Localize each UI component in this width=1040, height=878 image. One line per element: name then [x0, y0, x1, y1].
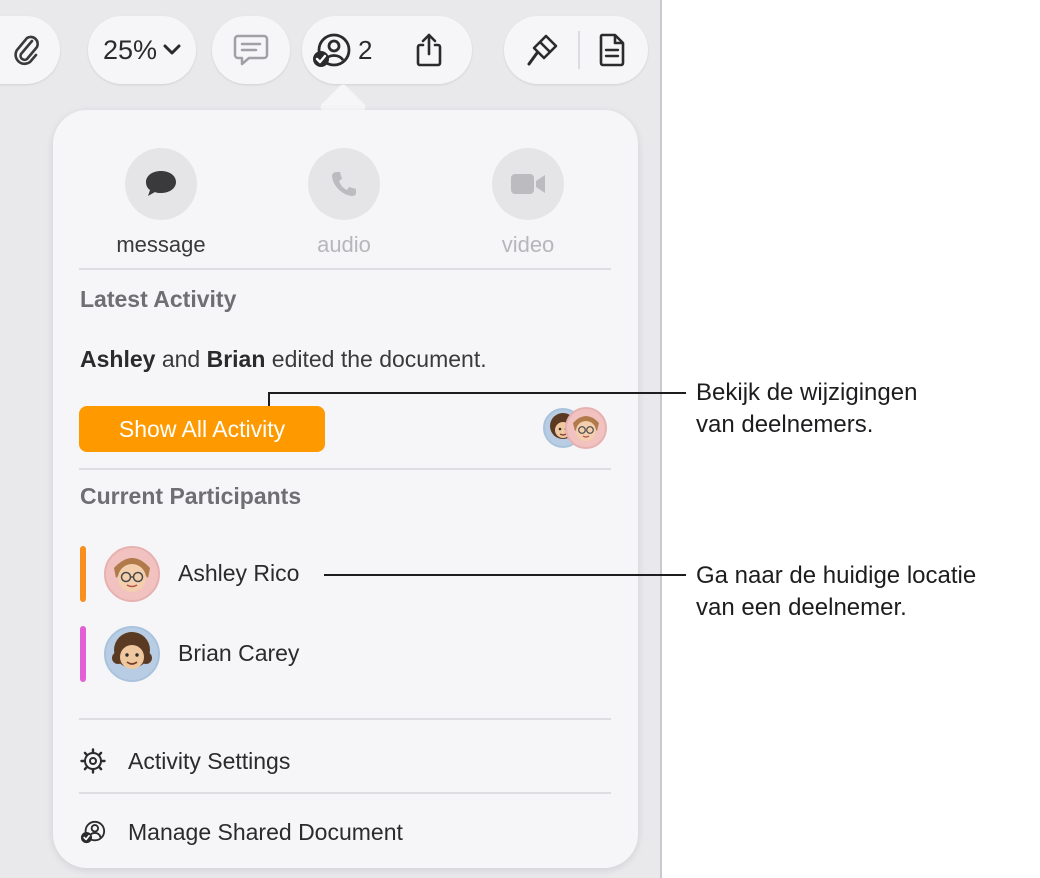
separator [79, 268, 611, 270]
participant-name: Ashley Rico [178, 560, 300, 586]
zoom-button[interactable]: 25% [88, 16, 196, 84]
toolbar-divider [578, 31, 580, 69]
comment-button[interactable] [212, 16, 290, 84]
callout-line-activity [268, 392, 686, 394]
avatar [104, 626, 160, 682]
share-icon[interactable] [414, 32, 444, 68]
audio-label: audio [317, 232, 371, 257]
callout-line-activity-tick [268, 392, 270, 406]
collaborator-count: 2 [358, 34, 373, 65]
callout-line-location [324, 574, 686, 576]
comment-icon [233, 33, 269, 67]
audio-button[interactable]: audio [274, 148, 414, 258]
manage-shared-document-item[interactable]: Manage Shared Document [80, 812, 600, 852]
activity-conjunction: and [155, 346, 207, 372]
callout-location: Ga naar de huidige locatie van een deeln… [696, 560, 976, 624]
activity-summary: Ashley and Brian edited the document. [80, 346, 487, 373]
separator [79, 718, 611, 720]
show-all-activity-button[interactable]: Show All Activity [79, 406, 325, 452]
callout-location-line1: Ga naar de huidige locatie [696, 562, 977, 589]
separator [79, 468, 611, 470]
message-button[interactable]: message [91, 148, 231, 258]
message-icon [125, 148, 197, 220]
app-edge [660, 0, 662, 878]
phone-icon [308, 148, 380, 220]
zoom-value: 25% [102, 34, 158, 65]
paperclip-icon [12, 33, 42, 67]
avatar-stack-ashley [565, 407, 607, 449]
activity-rest: edited the document. [265, 346, 487, 372]
manage-shared-icon [80, 819, 106, 845]
document-icon[interactable] [598, 32, 626, 68]
activity-settings-item[interactable]: Activity Settings [80, 741, 600, 781]
chevron-down-icon [163, 44, 181, 56]
video-label: video [501, 232, 555, 257]
participant-row-brian[interactable]: Brian Carey [80, 624, 480, 684]
participant-name: Brian Carey [178, 640, 300, 666]
activity-settings-icon [80, 748, 106, 774]
activity-name-1: Ashley [80, 346, 156, 372]
callout-activity: Bekijk de wijzigingen van deelnemers. [696, 377, 917, 441]
paintbrush-icon[interactable] [526, 32, 560, 68]
callout-location-line2: van een deelnemer. [696, 594, 907, 621]
activity-name-2: Brian [206, 346, 266, 372]
callout-activity-line2: van deelnemers. [696, 411, 874, 438]
separator [79, 792, 611, 794]
participant-color-bar [80, 626, 86, 682]
participant-color-bar [80, 546, 86, 602]
manage-shared-document-label: Manage Shared Document [128, 818, 403, 845]
format-toolbar-group [504, 16, 648, 84]
latest-activity-title: Latest Activity [80, 286, 237, 312]
video-button[interactable]: video [458, 148, 598, 258]
avatar [104, 546, 160, 602]
message-label: message [116, 232, 206, 257]
video-camera-icon [492, 148, 564, 220]
collaboration-icon [312, 32, 352, 68]
callout-activity-line1: Bekijk de wijzigingen [696, 379, 918, 406]
activity-settings-label: Activity Settings [128, 747, 291, 774]
collaboration-button[interactable]: 2 [302, 16, 472, 84]
collaboration-popover: message audio video Latest Activity Ashl… [53, 110, 638, 868]
current-participants-title: Current Participants [80, 483, 302, 509]
